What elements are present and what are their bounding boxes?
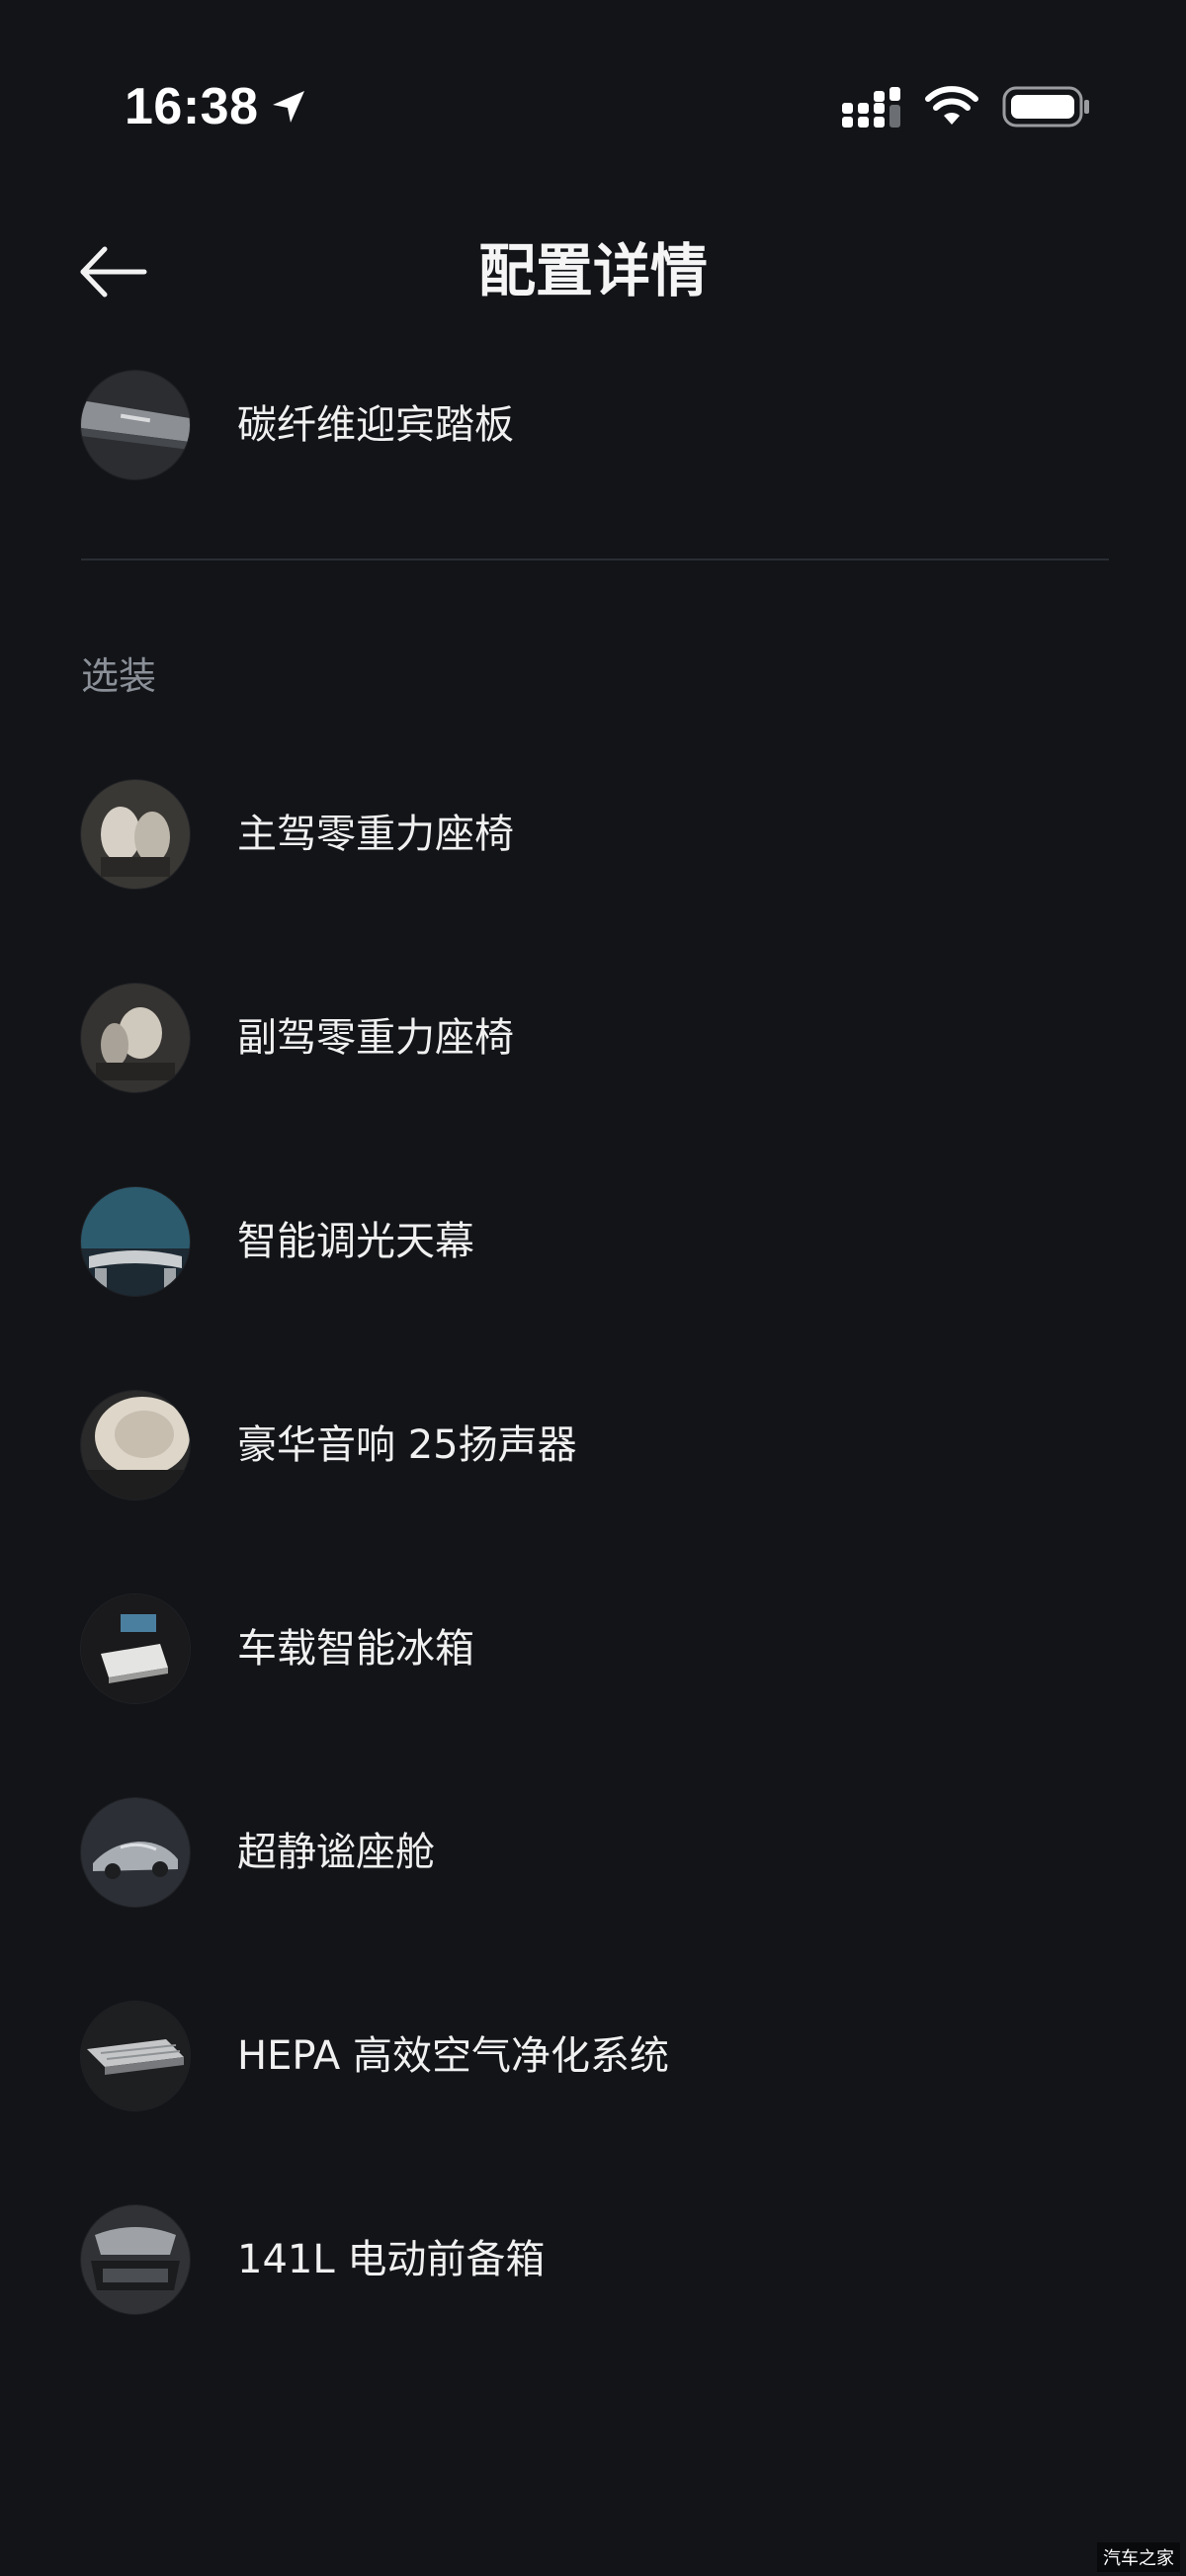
status-bar: 16:38: [0, 0, 1186, 217]
config-item-label: 碳纤维迎宾踏板: [237, 402, 514, 448]
sill-plate-thumbnail: [81, 371, 190, 479]
config-item-label: 豪华音响 25扬声器: [237, 1422, 577, 1468]
config-item-label: 副驾零重力座椅: [237, 1015, 514, 1061]
config-item-label: 超静谧座舱: [237, 1830, 435, 1875]
section-title-optional: 选装: [81, 654, 157, 698]
config-item-driver-zero-gravity-seat[interactable]: 主驾零重力座椅: [0, 745, 1186, 923]
config-item-hepa-filter[interactable]: HEPA 高效空气净化系统: [0, 1967, 1186, 2145]
fridge-thumbnail: [81, 1594, 190, 1703]
seat-thumbnail: [81, 780, 190, 889]
status-time: 16:38: [125, 78, 259, 135]
location-arrow-icon: [273, 91, 304, 123]
battery-icon: [1002, 86, 1089, 128]
roof-thumbnail: [81, 1187, 190, 1296]
watermark: 汽车之家: [1097, 2542, 1180, 2572]
section-divider: [81, 558, 1109, 560]
filter-thumbnail: [81, 2002, 190, 2110]
car-thumbnail: [81, 1798, 190, 1907]
cellular-signal-icon: [842, 87, 900, 128]
config-item-label: 141L 电动前备箱: [237, 2237, 546, 2282]
config-item-smart-dimming-roof[interactable]: 智能调光天幕: [0, 1153, 1186, 1331]
speaker-thumbnail: [81, 1391, 190, 1500]
config-item-label: 主驾零重力座椅: [237, 812, 514, 857]
config-item-quiet-cabin[interactable]: 超静谧座舱: [0, 1763, 1186, 1941]
config-item-label: 车载智能冰箱: [237, 1626, 474, 1672]
seat-thumbnail: [81, 984, 190, 1092]
config-item-sill-plate[interactable]: 碳纤维迎宾踏板: [0, 336, 1186, 514]
config-item-label: 智能调光天幕: [237, 1219, 474, 1264]
config-item-passenger-zero-gravity-seat[interactable]: 副驾零重力座椅: [0, 949, 1186, 1127]
config-item-smart-fridge[interactable]: 车载智能冰箱: [0, 1560, 1186, 1738]
config-item-electric-frunk[interactable]: 141L 电动前备箱: [0, 2171, 1186, 2349]
frunk-thumbnail: [81, 2205, 190, 2314]
page-title: 配置详情: [477, 237, 708, 304]
config-item-label: HEPA 高效空气净化系统: [237, 2033, 669, 2079]
wifi-icon: [925, 86, 978, 125]
config-item-premium-audio[interactable]: 豪华音响 25扬声器: [0, 1356, 1186, 1534]
